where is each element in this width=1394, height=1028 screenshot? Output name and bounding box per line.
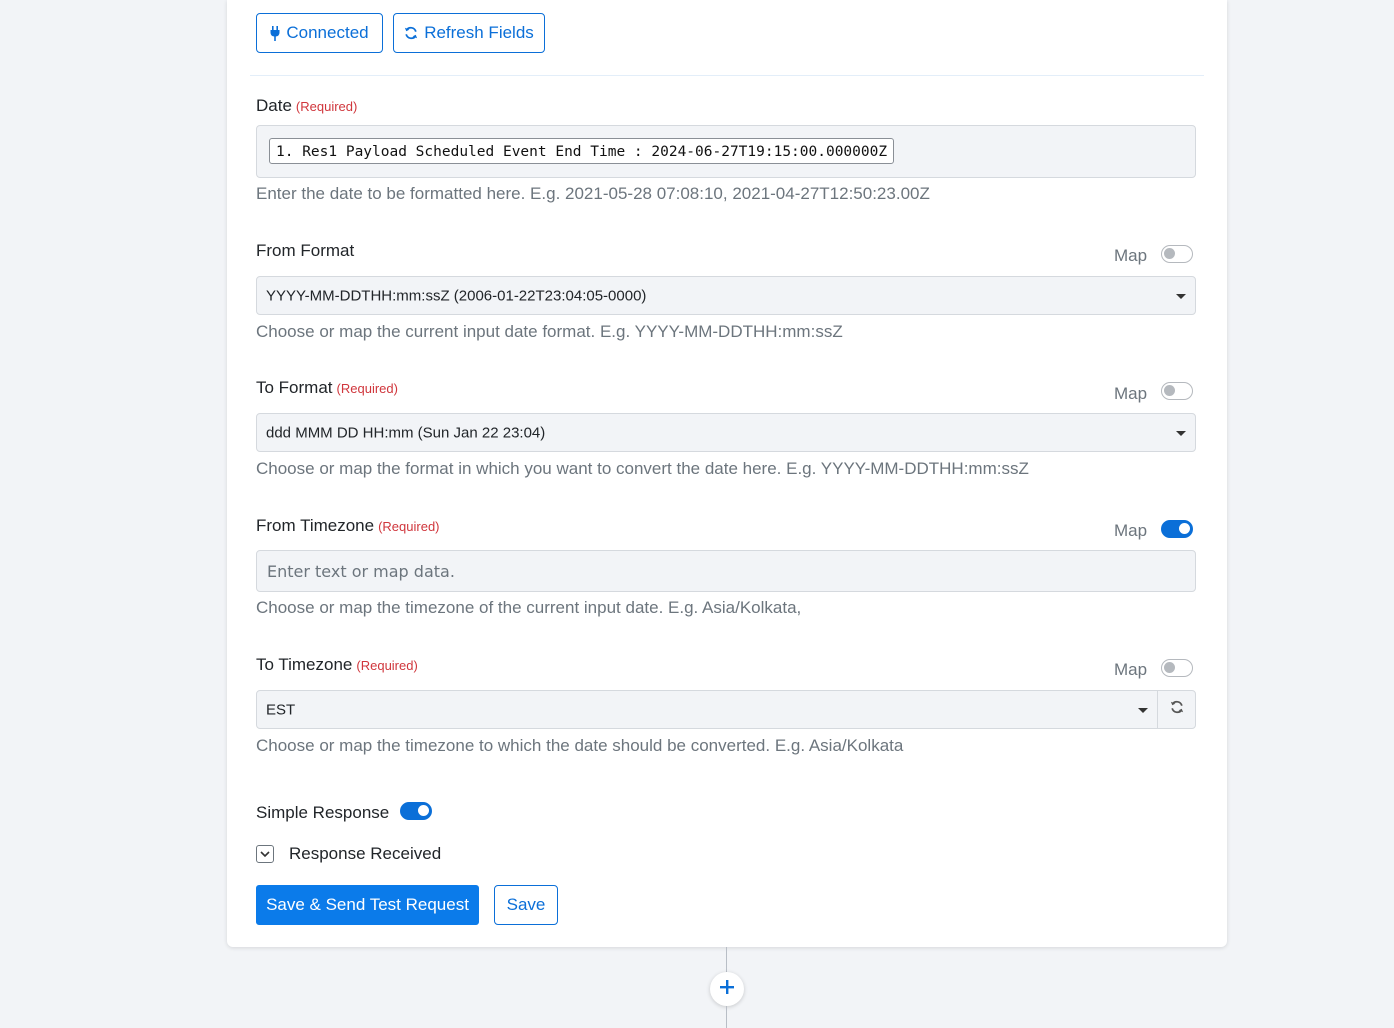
to-format-select[interactable]: ddd MMM DD HH:mm (Sun Jan 22 23:04): [256, 413, 1196, 452]
action-config-card: Connected Refresh Fields Date (Required) …: [227, 0, 1227, 947]
refresh-icon: [1170, 700, 1184, 719]
required-badge: (Required): [356, 658, 418, 673]
from-timezone-label: From Timezone (Required): [256, 516, 440, 536]
to-format-map-toggle[interactable]: [1161, 382, 1193, 400]
save-button[interactable]: Save: [494, 885, 558, 925]
chevron-down-icon: [260, 845, 270, 863]
save-and-send-test-request-button[interactable]: Save & Send Test Request: [256, 885, 479, 925]
connected-label: Connected: [286, 23, 369, 42]
date-field[interactable]: 1. Res1 Payload Scheduled Event End Time…: [256, 125, 1196, 178]
connected-button[interactable]: Connected: [256, 13, 383, 53]
to-timezone-label: To Timezone (Required): [256, 655, 418, 675]
from-format-map-toggle[interactable]: [1161, 245, 1193, 263]
from-format-help-text: Choose or map the current input date for…: [256, 322, 843, 341]
chevron-down-icon: [1176, 293, 1186, 299]
refresh-fields-button[interactable]: Refresh Fields: [393, 13, 545, 53]
connector-line: [726, 947, 727, 972]
date-label: Date (Required): [256, 96, 357, 116]
from-timezone-help-text: Choose or map the timezone of the curren…: [256, 598, 802, 617]
to-timezone-map-label: Map: [1114, 660, 1148, 679]
from-timezone-label-text: From Timezone: [256, 516, 375, 535]
from-timezone-map-toggle[interactable]: [1161, 520, 1193, 538]
to-timezone-help-text: Choose or map the timezone to which the …: [256, 736, 904, 755]
simple-response-label: Simple Response: [256, 803, 390, 822]
to-format-label-text: To Format: [256, 378, 333, 397]
to-timezone-label-text: To Timezone: [256, 655, 353, 674]
from-format-label: From Format: [256, 241, 354, 261]
from-format-label-text: From Format: [256, 241, 355, 260]
mapped-value-chip[interactable]: 1. Res1 Payload Scheduled Event End Time…: [269, 138, 895, 164]
to-timezone-map-toggle[interactable]: [1161, 659, 1193, 677]
response-received-label: Response Received: [289, 844, 442, 863]
to-format-help-text: Choose or map the format in which you wa…: [256, 459, 1029, 478]
date-help-text: Enter the date to be formatted here. E.g…: [256, 184, 930, 203]
plus-icon: [719, 979, 735, 1000]
to-timezone-select[interactable]: EST: [256, 690, 1158, 729]
connector-line: [726, 1006, 727, 1028]
to-format-selected-value: ddd MMM DD HH:mm (Sun Jan 22 23:04): [266, 424, 546, 441]
required-badge: (Required): [336, 381, 398, 396]
from-format-selected-value: YYYY-MM-DDTHH:mm:ssZ (2006-01-22T23:04:0…: [266, 287, 647, 304]
refresh-icon: [404, 26, 418, 40]
add-step-button[interactable]: [710, 972, 744, 1006]
date-label-text: Date: [256, 96, 292, 115]
from-timezone-input[interactable]: [256, 550, 1196, 592]
to-format-label: To Format (Required): [256, 378, 398, 398]
refresh-fields-label: Refresh Fields: [424, 23, 534, 42]
divider: [250, 75, 1204, 76]
from-format-select[interactable]: YYYY-MM-DDTHH:mm:ssZ (2006-01-22T23:04:0…: [256, 276, 1196, 315]
from-timezone-map-label: Map: [1114, 521, 1148, 540]
plug-icon: [270, 25, 280, 41]
to-timezone-selected-value: EST: [266, 701, 296, 718]
refresh-timezones-button[interactable]: [1157, 690, 1196, 729]
chevron-down-icon: [1138, 707, 1148, 713]
required-badge: (Required): [378, 519, 440, 534]
required-badge: (Required): [295, 99, 358, 114]
simple-response-toggle[interactable]: [400, 802, 432, 820]
response-received-expander[interactable]: [256, 845, 274, 863]
to-format-map-label: Map: [1114, 384, 1148, 403]
from-format-map-label: Map: [1114, 246, 1148, 265]
chevron-down-icon: [1176, 430, 1186, 436]
